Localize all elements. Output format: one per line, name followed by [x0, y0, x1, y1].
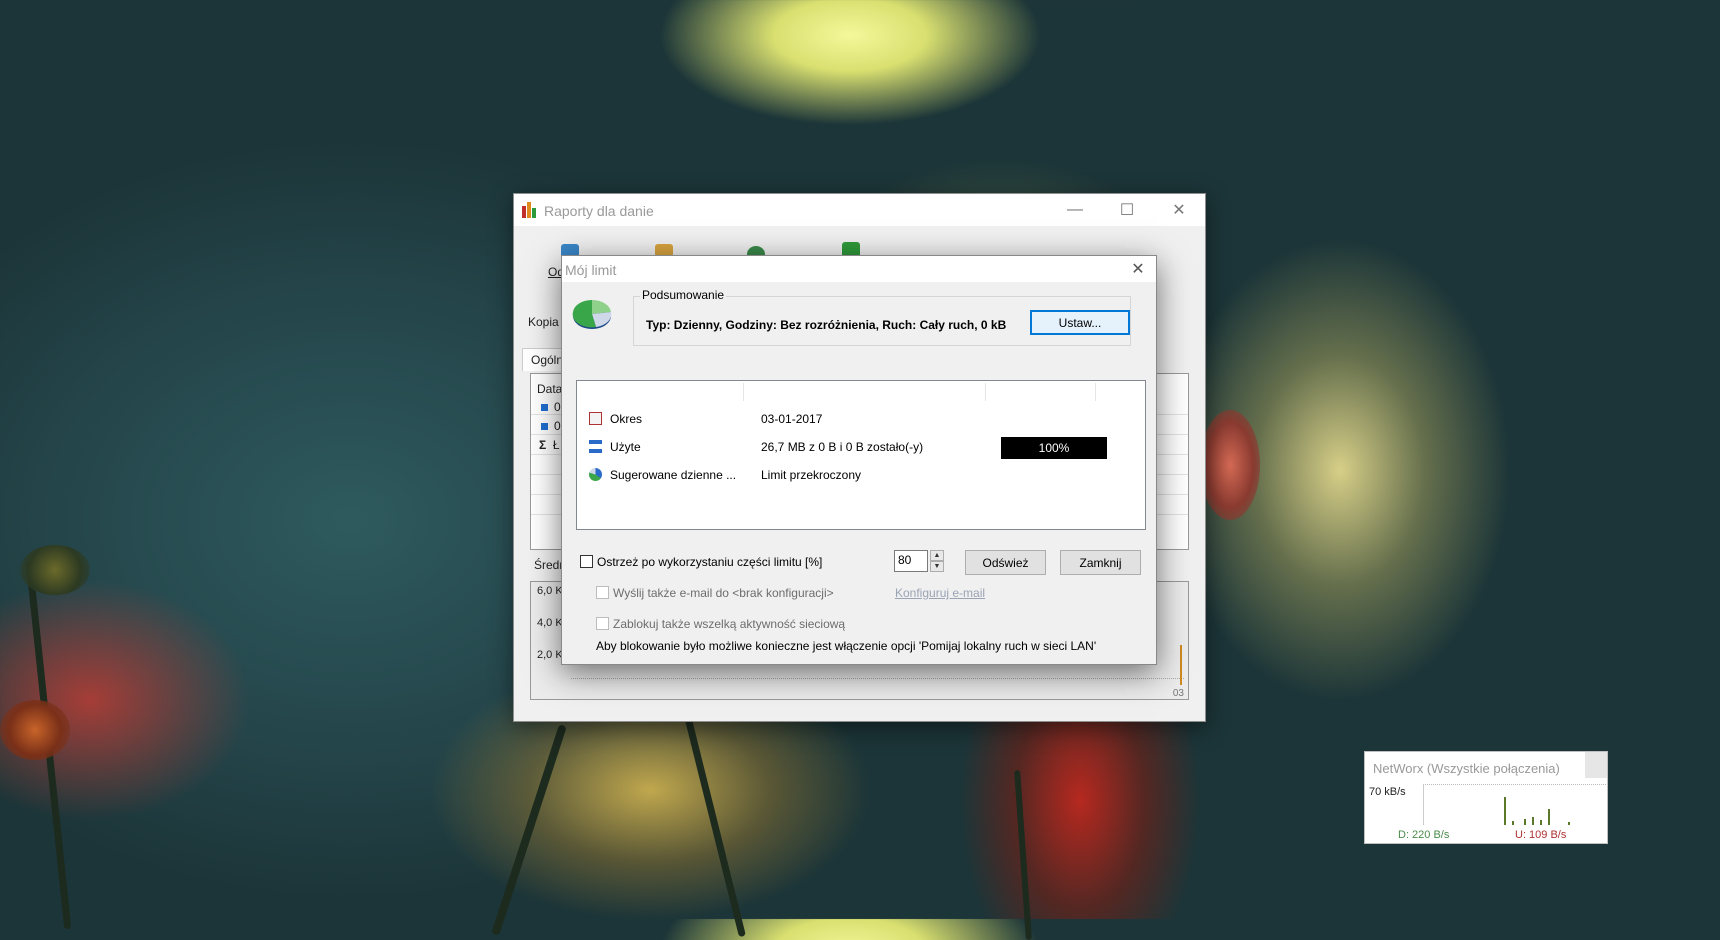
list-item-uzyte[interactable]: Użyte 26,7 MB z 0 B i 0 B zostało(-y) 10…: [589, 437, 1109, 459]
widget-title: NetWorx (Wszystkie połączenia): [1373, 761, 1560, 776]
hourglass-icon: [589, 440, 602, 453]
graph-bar: [1548, 809, 1550, 825]
list-item-label: Użyte: [610, 440, 641, 454]
graph-bar: [1540, 820, 1542, 825]
email-checkbox[interactable]: [596, 586, 609, 599]
table-row: 0: [541, 419, 561, 433]
close-icon[interactable]: ✕: [1128, 259, 1148, 279]
percent-stepper[interactable]: ▲ ▼: [930, 550, 944, 572]
list-header: [577, 381, 1145, 401]
warn-checkbox[interactable]: [580, 555, 593, 568]
table-row: 0: [541, 400, 561, 414]
list-item-okres[interactable]: Okres 03-01-2017: [589, 409, 1109, 429]
graph-bar: [1524, 819, 1526, 825]
graph-bar: [1532, 817, 1534, 825]
chart-bar: [1180, 645, 1182, 685]
list-item-label: Sugerowane dzienne ...: [610, 468, 737, 482]
summary-group: Podsumowanie Typ: Dzienny, Godziny: Bez …: [633, 288, 1131, 346]
report-window-titlebar[interactable]: Raporty dla danie — ☐ ✕: [514, 194, 1205, 226]
upload-rate: U: 109 B/s: [1515, 829, 1567, 841]
block-checkbox-label[interactable]: Zablokuj także wszelką aktywność sieciow…: [613, 617, 845, 631]
report-window-title: Raporty dla danie: [544, 203, 654, 219]
minimize-button[interactable]: —: [1049, 194, 1101, 226]
limit-dialog-title: Mój limit: [565, 262, 617, 278]
graph-bar: [1504, 797, 1506, 825]
limit-dialog-titlebar[interactable]: Mój limit ✕: [562, 256, 1156, 282]
table-header-date: Data: [537, 382, 563, 396]
widget-scale: 70 kB/s: [1369, 786, 1406, 798]
maximize-button[interactable]: ☐: [1101, 194, 1153, 226]
refresh-button[interactable]: Odśwież: [965, 550, 1046, 575]
limit-details-list: Okres 03-01-2017 Użyte 26,7 MB z 0 B i 0…: [576, 380, 1146, 530]
email-checkbox-label[interactable]: Wyślij także e-mail do <brak konfiguracj…: [613, 586, 834, 600]
bar-chart-icon: [522, 202, 538, 218]
list-item-value: 03-01-2017: [761, 412, 823, 426]
list-item-sugerowane[interactable]: Sugerowane dzienne ... Limit przekroczon…: [589, 465, 1109, 485]
chart-tick: 6,0 K: [537, 585, 563, 597]
calendar-icon: [589, 412, 602, 425]
warn-checkbox-label[interactable]: Ostrzeż po wykorzystaniu części limitu […: [597, 555, 822, 569]
table-sum-row: Σ Ł: [539, 438, 560, 452]
widget-traffic-graph: [1423, 784, 1606, 825]
chart-tick: 4,0 K: [537, 617, 563, 629]
pie-icon: [589, 468, 602, 481]
stepper-up-icon[interactable]: ▲: [930, 550, 944, 561]
close-button[interactable]: ✕: [1153, 194, 1205, 226]
chart-axis: [571, 678, 1184, 687]
summary-group-label: Podsumowanie: [640, 288, 727, 302]
pie-chart-icon: [572, 299, 612, 329]
list-item-label: Okres: [610, 412, 643, 426]
limit-dialog: Mój limit ✕ Podsumowanie Typ: Dzienny, G…: [561, 255, 1157, 665]
block-note: Aby blokowanie było możliwe konieczne je…: [596, 639, 1097, 653]
networx-widget[interactable]: NetWorx (Wszystkie połączenia) 70 kB/s D…: [1364, 751, 1608, 844]
summary-text: Typ: Dzienny, Godziny: Bez rozróżnienia,…: [646, 318, 1007, 332]
download-rate: D: 220 B/s: [1398, 829, 1450, 841]
set-button[interactable]: Ustaw...: [1030, 310, 1130, 335]
close-dialog-button[interactable]: Zamknij: [1060, 550, 1141, 575]
graph-bar: [1568, 822, 1570, 825]
configure-email-link[interactable]: Konfiguruj e-mail: [895, 586, 985, 600]
list-item-value: Limit przekroczony: [761, 468, 862, 482]
usage-progress-bar: 100%: [1001, 437, 1107, 459]
block-checkbox[interactable]: [596, 617, 609, 630]
percent-input[interactable]: 80: [894, 550, 928, 572]
stepper-down-icon[interactable]: ▼: [930, 561, 944, 572]
graph-bar: [1512, 821, 1514, 825]
widget-menu-button[interactable]: [1585, 752, 1607, 778]
chart-last-label: 03: [1172, 688, 1184, 699]
list-item-value: 26,7 MB z 0 B i 0 B zostało(-y): [761, 440, 924, 454]
chart-tick: 2,0 K: [537, 649, 563, 661]
